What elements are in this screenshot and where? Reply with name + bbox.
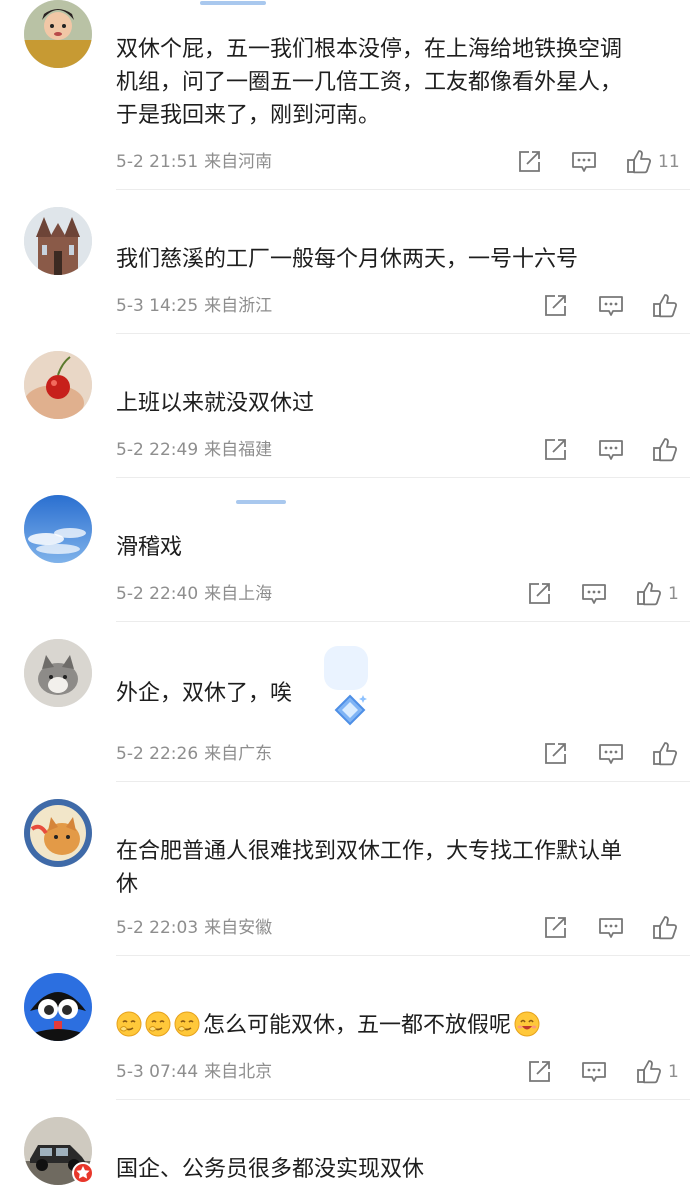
comment-text: 外企，双休了，唉 bbox=[116, 681, 293, 706]
repost-button[interactable] bbox=[526, 1059, 552, 1085]
cherry-hand-avatar[interactable] bbox=[24, 351, 92, 419]
share-edit-icon bbox=[526, 1059, 552, 1085]
comment-feed: 双休个屁，五一我们根本没停，在上海给地铁换空调 机组，问了一圈五一几倍工资，工友… bbox=[0, 0, 690, 1200]
cartoon-girl-avatar[interactable] bbox=[24, 973, 92, 1041]
username-highlight bbox=[236, 500, 286, 504]
comment-meta: 5-2 22:26 来自广东 bbox=[116, 744, 273, 764]
blue-sky-avatar[interactable] bbox=[24, 495, 92, 563]
share-edit-icon bbox=[542, 915, 568, 941]
comment-item: 在合肥普通人很难找到双休工作，大专找工作默认单 休 5-2 22:03 来自安徽 bbox=[0, 782, 690, 956]
comment-text: 滑稽戏 bbox=[116, 535, 183, 560]
comment-item: 滑稽戏 5-2 22:40 来自上海 1 bbox=[0, 478, 690, 622]
comment-text: 在合肥普通人很难找到双休工作，大专找工作默认单 休 bbox=[116, 839, 623, 897]
sweat-smile-emoji-icon bbox=[514, 1011, 540, 1037]
share-edit-icon bbox=[516, 149, 542, 175]
comment-icon bbox=[598, 293, 624, 319]
like-count: 1 bbox=[668, 1062, 679, 1082]
comment-item: 双休个屁，五一我们根本没停，在上海给地铁换空调 机组，问了一圈五一几倍工资，工友… bbox=[0, 0, 690, 190]
comment-meta: 5-3 14:25 来自浙江 bbox=[116, 296, 273, 316]
embarrassed-face-emoji-icon bbox=[174, 1011, 200, 1037]
like-button[interactable] bbox=[652, 293, 684, 319]
comment-icon bbox=[571, 149, 597, 175]
orange-cat-avatar[interactable] bbox=[24, 799, 92, 867]
comment-meta: 5-2 22:03 来自安徽 bbox=[116, 918, 273, 938]
comment-item: 外企，双休了，唉 5-2 22:26 来自广东 bbox=[0, 622, 690, 782]
thumbs-up-icon bbox=[652, 293, 678, 319]
comment-meta: 5-3 07:44 来自北京 bbox=[116, 1062, 273, 1082]
kitten-avatar[interactable] bbox=[24, 639, 92, 707]
like-button[interactable] bbox=[652, 437, 684, 463]
username-highlight bbox=[200, 1, 266, 5]
comment-item: 国企、公务员很多都没实现双休 bbox=[0, 1100, 690, 1200]
comment-icon bbox=[598, 741, 624, 767]
comment-icon bbox=[581, 581, 607, 607]
like-button[interactable]: 11 bbox=[626, 149, 680, 175]
comment-text: 我们慈溪的工厂一般每个月休两天，一号十六号 bbox=[116, 247, 579, 272]
comment-icon bbox=[598, 437, 624, 463]
like-button[interactable] bbox=[652, 741, 684, 767]
comment-item: 我们慈溪的工厂一般每个月休两天，一号十六号 5-3 14:25 来自浙江 bbox=[0, 190, 690, 334]
comment-text: 怎么可能双休，五一都不放假呢 bbox=[116, 1009, 543, 1042]
comment-meta: 5-2 22:49 来自福建 bbox=[116, 440, 273, 460]
comment-meta: 5-2 22:40 来自上海 bbox=[116, 584, 273, 604]
diamond-badge-icon bbox=[332, 692, 368, 732]
repost-button[interactable] bbox=[516, 149, 542, 175]
comment-icon bbox=[598, 915, 624, 941]
thumbs-up-icon bbox=[626, 149, 652, 175]
comment-text: 双休个屁，五一我们根本没停，在上海给地铁换空调 机组，问了一圈五一几倍工资，工友… bbox=[116, 37, 623, 128]
comment-text: 上班以来就没双休过 bbox=[116, 391, 315, 416]
repost-button[interactable] bbox=[542, 293, 568, 319]
comment-text: 国企、公务员很多都没实现双休 bbox=[116, 1157, 425, 1182]
share-edit-icon bbox=[542, 293, 568, 319]
share-edit-icon bbox=[542, 437, 568, 463]
reply-button[interactable] bbox=[598, 741, 624, 767]
reply-button[interactable] bbox=[598, 915, 624, 941]
like-button[interactable]: 1 bbox=[636, 1059, 679, 1085]
verified-badge-icon bbox=[72, 1162, 94, 1184]
reply-button[interactable] bbox=[571, 149, 597, 175]
thumbs-up-icon bbox=[636, 1059, 662, 1085]
like-button[interactable]: 1 bbox=[636, 581, 679, 607]
reply-button[interactable] bbox=[598, 437, 624, 463]
comment-item: 上班以来就没双休过 5-2 22:49 来自福建 bbox=[0, 334, 690, 478]
like-count: 11 bbox=[658, 152, 680, 172]
thumbs-up-icon bbox=[652, 915, 678, 941]
reply-button[interactable] bbox=[598, 293, 624, 319]
repost-button[interactable] bbox=[542, 741, 568, 767]
comment-meta: 5-2 21:51 来自河南 bbox=[116, 152, 273, 172]
church-avatar[interactable] bbox=[24, 207, 92, 275]
comment-bubble-highlight bbox=[324, 646, 368, 690]
like-count: 1 bbox=[668, 584, 679, 604]
thumbs-up-icon bbox=[652, 741, 678, 767]
share-edit-icon bbox=[526, 581, 552, 607]
reply-button[interactable] bbox=[581, 581, 607, 607]
costume-woman-avatar[interactable] bbox=[24, 0, 92, 68]
like-button[interactable] bbox=[652, 915, 684, 941]
share-edit-icon bbox=[542, 741, 568, 767]
comment-icon bbox=[581, 1059, 607, 1085]
thumbs-up-icon bbox=[636, 581, 662, 607]
repost-button[interactable] bbox=[542, 915, 568, 941]
repost-button[interactable] bbox=[542, 437, 568, 463]
embarrassed-face-emoji-icon bbox=[145, 1011, 171, 1037]
comment-item: 怎么可能双休，五一都不放假呢 5-3 07:44 来自北京 1 bbox=[0, 956, 690, 1100]
repost-button[interactable] bbox=[526, 581, 552, 607]
thumbs-up-icon bbox=[652, 437, 678, 463]
embarrassed-face-emoji-icon bbox=[116, 1011, 142, 1037]
reply-button[interactable] bbox=[581, 1059, 607, 1085]
